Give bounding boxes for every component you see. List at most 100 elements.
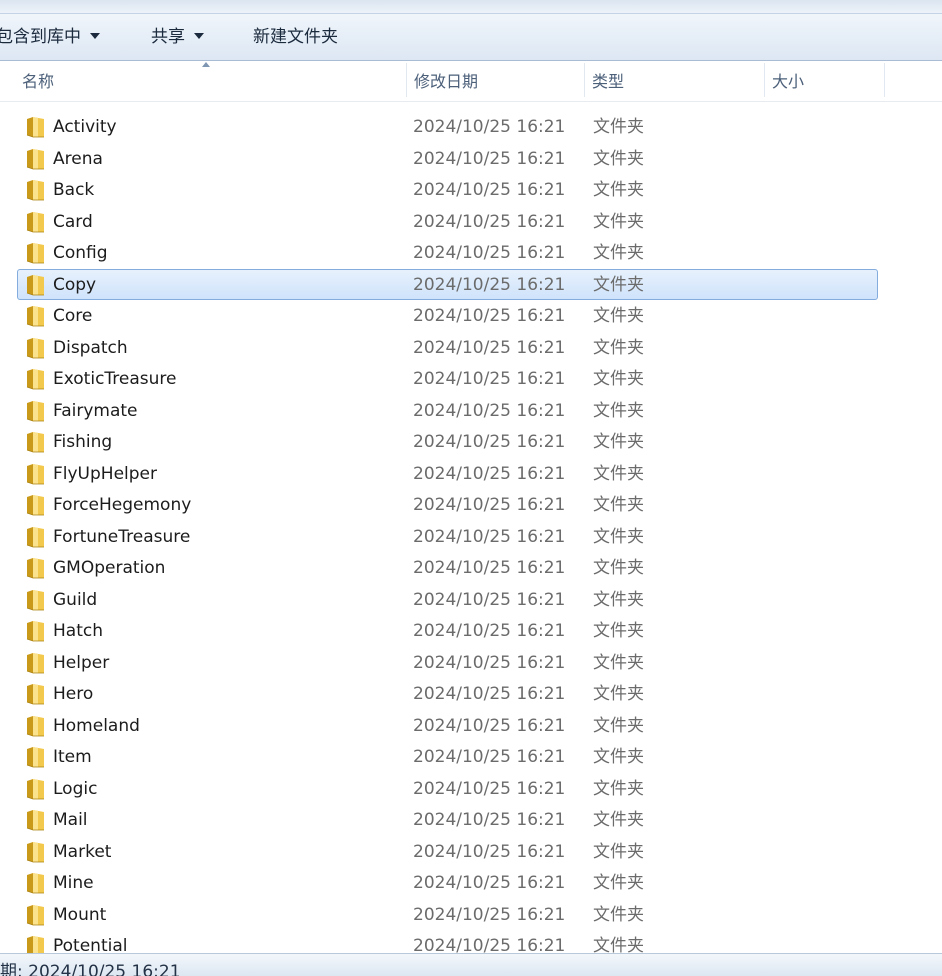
file-row[interactable]: Guild 2024/10/25 16:21 文件夹 bbox=[17, 584, 878, 615]
file-type: 文件夹 bbox=[593, 149, 644, 169]
file-modified-date: 2024/10/25 16:21 bbox=[413, 590, 566, 610]
file-modified-date: 2024/10/25 16:21 bbox=[413, 558, 566, 578]
file-type: 文件夹 bbox=[593, 464, 644, 484]
file-modified-date: 2024/10/25 16:21 bbox=[413, 212, 566, 232]
file-type: 文件夹 bbox=[593, 905, 644, 925]
file-row[interactable]: FlyUpHelper 2024/10/25 16:21 文件夹 bbox=[17, 458, 878, 489]
file-modified-date: 2024/10/25 16:21 bbox=[413, 621, 566, 641]
folder-icon bbox=[26, 338, 44, 359]
file-modified-date: 2024/10/25 16:21 bbox=[413, 464, 566, 484]
file-type: 文件夹 bbox=[593, 747, 644, 767]
column-header-type[interactable]: 类型 bbox=[584, 61, 764, 101]
file-type: 文件夹 bbox=[593, 684, 644, 704]
column-header-name[interactable]: 名称 bbox=[14, 61, 406, 101]
file-row[interactable]: Hatch 2024/10/25 16:21 文件夹 bbox=[17, 615, 878, 646]
file-name: Mine bbox=[53, 873, 94, 893]
folder-icon bbox=[26, 527, 44, 548]
file-modified-date: 2024/10/25 16:21 bbox=[413, 243, 566, 263]
folder-icon bbox=[26, 306, 44, 327]
file-type: 文件夹 bbox=[593, 842, 644, 862]
folder-icon bbox=[26, 275, 44, 296]
file-modified-date: 2024/10/25 16:21 bbox=[413, 180, 566, 200]
column-header-bar: 名称 修改日期 类型 大小 bbox=[0, 61, 942, 102]
file-type: 文件夹 bbox=[593, 558, 644, 578]
column-header-size[interactable]: 大小 bbox=[764, 61, 884, 101]
file-modified-date: 2024/10/25 16:21 bbox=[413, 842, 566, 862]
folder-icon bbox=[26, 243, 44, 264]
file-row[interactable]: ForceHegemony 2024/10/25 16:21 文件夹 bbox=[17, 489, 878, 520]
file-row[interactable]: Homeland 2024/10/25 16:21 文件夹 bbox=[17, 710, 878, 741]
file-row[interactable]: Fairymate 2024/10/25 16:21 文件夹 bbox=[17, 395, 878, 426]
file-modified-date: 2024/10/25 16:21 bbox=[413, 779, 566, 799]
file-row[interactable]: Config 2024/10/25 16:21 文件夹 bbox=[17, 237, 878, 268]
file-row[interactable]: Logic 2024/10/25 16:21 文件夹 bbox=[17, 773, 878, 804]
file-row[interactable]: Potential 2024/10/25 16:21 文件夹 bbox=[17, 930, 878, 953]
file-row[interactable]: Copy 2024/10/25 16:21 文件夹 bbox=[17, 269, 878, 300]
share-button[interactable]: 共享 bbox=[151, 25, 204, 49]
share-label: 共享 bbox=[151, 27, 185, 47]
folder-icon bbox=[26, 212, 44, 233]
folder-icon bbox=[26, 590, 44, 611]
file-row[interactable]: Item 2024/10/25 16:21 文件夹 bbox=[17, 741, 878, 772]
file-type: 文件夹 bbox=[593, 653, 644, 673]
file-name: Back bbox=[53, 180, 95, 200]
file-modified-date: 2024/10/25 16:21 bbox=[413, 495, 566, 515]
column-header-modified[interactable]: 修改日期 bbox=[406, 61, 584, 101]
file-modified-date: 2024/10/25 16:21 bbox=[413, 306, 566, 326]
file-row[interactable]: Activity 2024/10/25 16:21 文件夹 bbox=[17, 111, 878, 142]
folder-icon bbox=[26, 180, 44, 201]
file-name: Helper bbox=[53, 653, 110, 673]
file-name: Logic bbox=[53, 779, 98, 799]
file-modified-date: 2024/10/25 16:21 bbox=[413, 432, 566, 452]
file-list: Activity 2024/10/25 16:21 文件夹 Arena 2024… bbox=[0, 111, 942, 953]
file-modified-date: 2024/10/25 16:21 bbox=[413, 653, 566, 673]
file-row[interactable]: Back 2024/10/25 16:21 文件夹 bbox=[17, 174, 878, 205]
folder-icon bbox=[26, 558, 44, 579]
file-row[interactable]: Mail 2024/10/25 16:21 文件夹 bbox=[17, 804, 878, 835]
file-row[interactable]: FortuneTreasure 2024/10/25 16:21 文件夹 bbox=[17, 521, 878, 552]
new-folder-label: 新建文件夹 bbox=[253, 27, 338, 47]
file-modified-date: 2024/10/25 16:21 bbox=[413, 149, 566, 169]
explorer-window: 包含到库中 共享 新建文件夹 名称 修改日期 类型 大小 Activity 20… bbox=[0, 0, 942, 976]
file-name: FlyUpHelper bbox=[53, 464, 158, 484]
sort-ascending-icon bbox=[202, 62, 210, 67]
file-name: Fairymate bbox=[53, 401, 138, 421]
command-toolbar: 包含到库中 共享 新建文件夹 bbox=[0, 0, 942, 61]
file-row[interactable]: Arena 2024/10/25 16:21 文件夹 bbox=[17, 143, 878, 174]
file-row[interactable]: Core 2024/10/25 16:21 文件夹 bbox=[17, 300, 878, 331]
toolbar-top-strip bbox=[0, 0, 942, 14]
file-modified-date: 2024/10/25 16:21 bbox=[413, 747, 566, 767]
folder-icon bbox=[26, 873, 44, 894]
file-row[interactable]: Market 2024/10/25 16:21 文件夹 bbox=[17, 836, 878, 867]
file-name: Mount bbox=[53, 905, 107, 925]
folder-icon bbox=[26, 117, 44, 138]
file-row[interactable]: Dispatch 2024/10/25 16:21 文件夹 bbox=[17, 332, 878, 363]
column-divider[interactable] bbox=[884, 63, 885, 97]
file-row[interactable]: Mine 2024/10/25 16:21 文件夹 bbox=[17, 867, 878, 898]
file-row[interactable]: GMOperation 2024/10/25 16:21 文件夹 bbox=[17, 552, 878, 583]
file-row[interactable]: Fishing 2024/10/25 16:21 文件夹 bbox=[17, 426, 878, 457]
new-folder-button[interactable]: 新建文件夹 bbox=[253, 25, 338, 49]
file-row[interactable]: Mount 2024/10/25 16:21 文件夹 bbox=[17, 899, 878, 930]
file-type: 文件夹 bbox=[593, 369, 644, 389]
status-bar: 期: 2024/10/25 16:21 bbox=[0, 953, 942, 976]
file-modified-date: 2024/10/25 16:21 bbox=[413, 684, 566, 704]
file-name: Potential bbox=[53, 936, 128, 953]
file-row[interactable]: Helper 2024/10/25 16:21 文件夹 bbox=[17, 647, 878, 678]
file-type: 文件夹 bbox=[593, 936, 644, 953]
folder-icon bbox=[26, 842, 44, 863]
folder-icon bbox=[26, 684, 44, 705]
file-row[interactable]: Card 2024/10/25 16:21 文件夹 bbox=[17, 206, 878, 237]
column-header-type-label: 类型 bbox=[592, 72, 625, 91]
folder-icon bbox=[26, 779, 44, 800]
file-modified-date: 2024/10/25 16:21 bbox=[413, 338, 566, 358]
file-type: 文件夹 bbox=[593, 432, 644, 452]
file-name: Hero bbox=[53, 684, 94, 704]
file-row[interactable]: Hero 2024/10/25 16:21 文件夹 bbox=[17, 678, 878, 709]
file-type: 文件夹 bbox=[593, 590, 644, 610]
file-modified-date: 2024/10/25 16:21 bbox=[413, 716, 566, 736]
include-in-library-button[interactable]: 包含到库中 bbox=[0, 25, 100, 49]
file-row[interactable]: ExoticTreasure 2024/10/25 16:21 文件夹 bbox=[17, 363, 878, 394]
folder-icon bbox=[26, 810, 44, 831]
file-name: Guild bbox=[53, 590, 98, 610]
